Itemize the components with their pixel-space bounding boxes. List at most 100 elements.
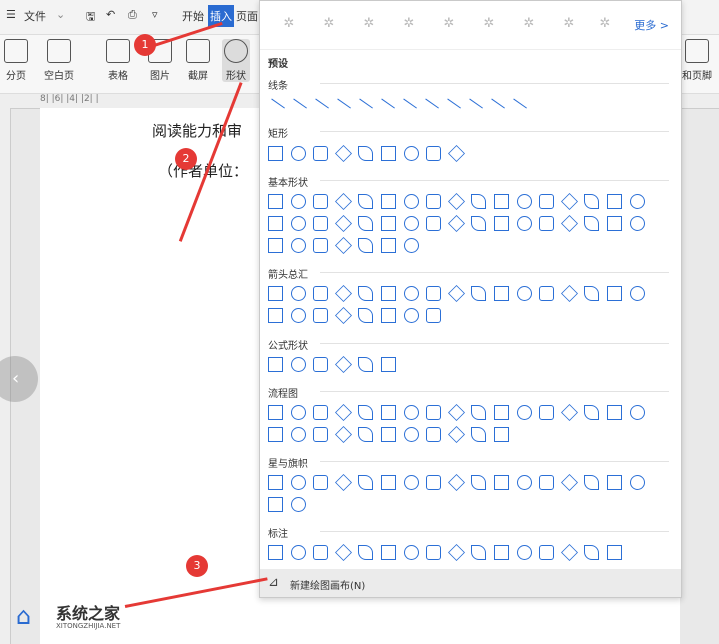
header-footer-button[interactable]: 和页脚 [682, 39, 712, 82]
menu-icon[interactable]: ☰ [6, 8, 16, 21]
shape-option-icon[interactable] [358, 238, 374, 253]
shape-option-icon[interactable] [584, 216, 600, 231]
shape-option-icon[interactable] [426, 194, 442, 209]
shape-option-icon[interactable] [381, 146, 396, 161]
shape-option-icon[interactable] [268, 146, 283, 161]
shape-option-icon[interactable] [358, 427, 374, 442]
shape-option-icon[interactable] [447, 474, 465, 491]
shape-option-icon[interactable] [629, 216, 645, 231]
shape-option-icon[interactable] [447, 193, 465, 210]
shape-option-icon[interactable] [471, 405, 487, 420]
shape-option-icon[interactable] [334, 285, 352, 302]
shape-option-icon[interactable] [293, 98, 307, 109]
shape-option-icon[interactable] [381, 238, 396, 253]
shape-option-icon[interactable] [358, 194, 374, 209]
shape-option-icon[interactable] [313, 357, 329, 372]
shape-option-icon[interactable] [426, 405, 442, 420]
shape-option-icon[interactable] [539, 475, 555, 490]
shape-option-icon[interactable] [447, 544, 465, 561]
shape-option-icon[interactable] [381, 427, 396, 442]
shape-option-icon[interactable] [560, 285, 578, 302]
shape-option-icon[interactable] [334, 215, 352, 232]
shape-option-icon[interactable] [358, 475, 374, 490]
shape-option-icon[interactable] [268, 216, 283, 231]
shape-option-icon[interactable] [560, 404, 578, 421]
shape-option-icon[interactable] [403, 427, 419, 442]
shape-option-icon[interactable] [494, 216, 509, 231]
shape-option-icon[interactable] [290, 475, 306, 490]
shape-option-icon[interactable] [313, 427, 329, 442]
shape-option-icon[interactable] [313, 405, 329, 420]
shape-option-icon[interactable] [358, 545, 374, 560]
shape-option-icon[interactable] [560, 474, 578, 491]
shape-option-icon[interactable] [629, 405, 645, 420]
shape-option-icon[interactable] [403, 216, 419, 231]
shape-option-icon[interactable] [516, 216, 532, 231]
shape-option-icon[interactable] [403, 308, 419, 323]
menu-start[interactable]: 开始 [182, 8, 204, 24]
shape-option-icon[interactable] [334, 356, 352, 373]
shape-option-icon[interactable] [494, 286, 509, 301]
shape-option-icon[interactable] [494, 475, 509, 490]
shape-option-icon[interactable] [584, 286, 600, 301]
shape-option-icon[interactable] [313, 238, 329, 253]
shape-option-icon[interactable] [381, 98, 395, 109]
shape-option-icon[interactable] [539, 405, 555, 420]
more-link[interactable]: 更多 > [634, 17, 669, 33]
shape-option-icon[interactable] [334, 307, 352, 324]
shape-option-icon[interactable] [516, 545, 532, 560]
shape-option-icon[interactable] [334, 404, 352, 421]
shape-option-icon[interactable] [584, 545, 600, 560]
shape-option-icon[interactable] [290, 308, 306, 323]
shape-option-icon[interactable] [426, 146, 442, 161]
print-icon[interactable]: ⎙ [128, 8, 137, 22]
shape-option-icon[interactable] [425, 98, 439, 109]
shape-option-icon[interactable] [268, 357, 283, 372]
split-page-button[interactable]: 分页 [4, 39, 28, 82]
shape-option-icon[interactable] [334, 426, 352, 443]
shape-option-icon[interactable] [290, 427, 306, 442]
shape-option-icon[interactable] [491, 98, 505, 109]
shape-option-icon[interactable] [313, 216, 329, 231]
shape-option-icon[interactable] [471, 286, 487, 301]
shape-option-icon[interactable] [447, 426, 465, 443]
shape-option-icon[interactable] [607, 194, 622, 209]
shape-option-icon[interactable] [359, 98, 373, 109]
shape-option-icon[interactable] [607, 216, 622, 231]
shape-option-icon[interactable] [290, 497, 306, 512]
shape-option-icon[interactable] [313, 308, 329, 323]
shape-option-icon[interactable] [313, 286, 329, 301]
shape-option-icon[interactable] [584, 405, 600, 420]
shape-option-icon[interactable] [337, 98, 351, 109]
shape-option-icon[interactable] [403, 405, 419, 420]
shape-option-icon[interactable] [516, 475, 532, 490]
shape-option-icon[interactable] [447, 404, 465, 421]
new-canvas-button[interactable]: ⊿ 新建绘图画布(N) [260, 569, 681, 597]
shape-option-icon[interactable] [313, 194, 329, 209]
shape-option-icon[interactable] [381, 286, 396, 301]
shape-option-icon[interactable] [494, 427, 509, 442]
shape-option-icon[interactable] [403, 238, 419, 253]
shape-option-icon[interactable] [560, 215, 578, 232]
shape-option-icon[interactable] [471, 475, 487, 490]
shape-option-icon[interactable] [513, 98, 527, 109]
shape-option-icon[interactable] [426, 286, 442, 301]
shape-option-icon[interactable] [268, 405, 283, 420]
shape-option-icon[interactable] [426, 308, 442, 323]
shape-option-icon[interactable] [381, 405, 396, 420]
shape-option-icon[interactable] [607, 405, 622, 420]
shape-option-icon[interactable] [403, 194, 419, 209]
screenshot-button[interactable]: 截屏 [186, 39, 210, 82]
chevron-down-icon[interactable]: ▿ [152, 8, 158, 21]
shape-option-icon[interactable] [426, 475, 442, 490]
shape-option-icon[interactable] [426, 427, 442, 442]
shape-option-icon[interactable] [584, 475, 600, 490]
shape-option-icon[interactable] [290, 216, 306, 231]
shape-option-icon[interactable] [381, 216, 396, 231]
shape-option-icon[interactable] [381, 357, 396, 372]
shape-option-icon[interactable] [268, 475, 283, 490]
shape-option-icon[interactable] [471, 194, 487, 209]
shape-option-icon[interactable] [516, 405, 532, 420]
shape-option-icon[interactable] [560, 544, 578, 561]
shape-option-icon[interactable] [403, 475, 419, 490]
